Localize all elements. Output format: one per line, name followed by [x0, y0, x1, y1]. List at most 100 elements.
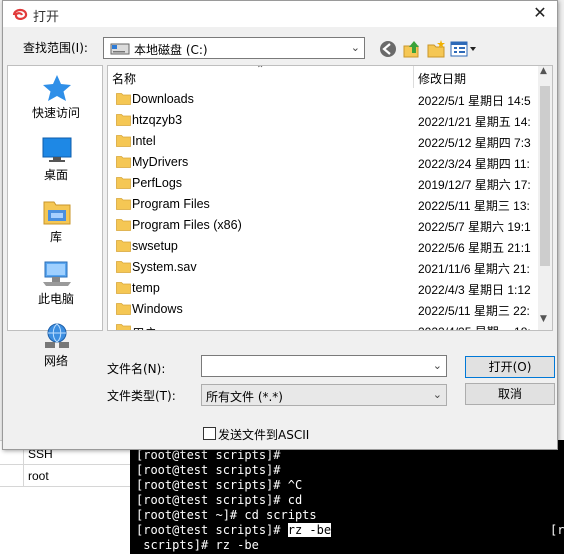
folder-icon: [116, 240, 131, 252]
terminal-prompt: [root@test scripts]#: [136, 523, 288, 537]
folder-icon: [116, 303, 131, 315]
ascii-checkbox-label[interactable]: 发送文件到ASCII: [218, 426, 309, 443]
filetype-value: 所有文件 (*.*): [206, 390, 283, 404]
column-name-header[interactable]: 名称: [112, 70, 136, 87]
table-row[interactable]: Program Files (x86) 2022/5/7 星期六 19:1: [108, 215, 540, 236]
vertical-scrollbar[interactable]: ▲ ▼: [538, 66, 552, 330]
terminal-line: [root@test scripts]# cd: [136, 493, 303, 507]
library-icon: [43, 201, 71, 225]
file-name: PerfLogs: [132, 176, 183, 190]
table-row[interactable]: Downloads 2022/5/1 星期日 14:5: [108, 89, 540, 110]
filename-label: 文件名(N):: [107, 362, 166, 376]
file-list[interactable]: 名称 ⌃ 修改日期 Downloads 2022/5/1 星期日 14:5 htzq…: [107, 65, 553, 331]
table-row[interactable]: Windows 2022/5/11 星期三 22:: [108, 299, 540, 320]
terminal-line: [root@test scripts]# ^C: [136, 478, 303, 492]
filetype-label: 文件类型(T):: [107, 389, 176, 403]
scrollbar-thumb[interactable]: [540, 86, 550, 266]
file-name: Intel: [132, 134, 156, 148]
terminal-line: scripts]# rz -be: [136, 538, 259, 552]
folder-icon: [116, 324, 131, 330]
file-name: System.sav: [132, 260, 197, 274]
file-date: 2022/4/3 星期日 1:12: [418, 283, 531, 297]
table-row[interactable]: temp 2022/4/3 星期日 1:12: [108, 278, 540, 299]
filetype-dropdown[interactable]: 所有文件 (*.*) ⌄: [201, 384, 447, 406]
filename-field[interactable]: ⌄: [201, 355, 447, 377]
place-label: 此电脑: [37, 292, 74, 306]
table-row[interactable]: swsetup 2022/5/6 星期五 21:1: [108, 236, 540, 257]
table-row[interactable]: Intel 2022/5/12 星期四 7:3: [108, 131, 540, 152]
file-date: 2022/5/7 星期六 19:1: [418, 220, 531, 234]
column-divider[interactable]: [413, 66, 414, 88]
file-name: MyDrivers: [132, 155, 189, 169]
place-library[interactable]: 库: [8, 192, 104, 254]
desktop-icon: [42, 137, 72, 162]
cancel-button[interactable]: 取消: [465, 383, 555, 405]
place-quick-access[interactable]: 快速访问: [8, 68, 104, 130]
scroll-down-icon[interactable]: ▼: [540, 314, 547, 324]
new-folder-icon[interactable]: [426, 39, 446, 59]
open-button[interactable]: 打开(O): [465, 356, 555, 378]
background-session-table: SSH root: [0, 440, 130, 554]
table-row[interactable]: 用户 2022/4/25 星期一 18:: [108, 320, 540, 330]
file-name: Program Files: [132, 197, 210, 211]
network-icon: [45, 323, 69, 348]
place-network[interactable]: 网络: [8, 316, 104, 378]
table-row[interactable]: PerfLogs 2019/12/7 星期六 17:: [108, 173, 540, 194]
terminal-line: [root@test scripts]#: [136, 448, 281, 462]
table-row[interactable]: System.sav 2021/11/6 星期六 21:: [108, 257, 540, 278]
table-row[interactable]: MyDrivers 2022/3/24 星期四 11:: [108, 152, 540, 173]
quick-access-star-icon: [43, 75, 71, 101]
file-date: 2022/5/11 星期三 22:: [418, 304, 530, 318]
lookin-label: 查找范围(I):: [23, 41, 88, 55]
table-row[interactable]: htzqzyb3 2022/1/21 星期五 14:: [108, 110, 540, 131]
this-pc-icon: [43, 261, 71, 286]
scroll-up-icon[interactable]: ▲: [540, 66, 547, 76]
terminal-line: [root@test ~]# cd scripts: [136, 508, 317, 522]
folder-icon: [116, 219, 131, 231]
folder-icon: [116, 156, 131, 168]
folder-icon: [116, 282, 131, 294]
folder-icon: [116, 198, 131, 210]
terminal-pane[interactable]: [root@test scripts]# [root@test scripts]…: [130, 440, 564, 554]
file-name: Windows: [132, 302, 183, 316]
chevron-down-icon: ⌄: [350, 41, 360, 54]
title-bar[interactable]: 打开 ✕: [3, 1, 557, 27]
table-row[interactable]: root: [0, 465, 130, 487]
terminal-fragment: [r: [550, 523, 564, 537]
place-label: 快速访问: [31, 106, 80, 120]
ascii-checkbox[interactable]: [203, 427, 216, 440]
file-name: temp: [132, 281, 160, 295]
app-swirl-icon: [12, 8, 28, 20]
table-row[interactable]: Program Files 2022/5/11 星期三 13:: [108, 194, 540, 215]
place-label: 库: [49, 230, 62, 244]
view-menu-icon[interactable]: [450, 39, 478, 59]
column-header: 名称 ⌃ 修改日期: [108, 66, 540, 88]
sort-ascending-icon: ⌃: [256, 65, 265, 75]
file-name: Program Files (x86): [132, 218, 242, 232]
folder-icon: [116, 177, 131, 189]
back-icon[interactable]: [378, 39, 398, 59]
dialog-title: 打开: [33, 10, 60, 25]
file-date: 2022/5/6 星期五 21:1: [418, 241, 531, 255]
file-date: 2022/5/11 星期三 13:: [418, 199, 530, 213]
file-date: 2022/5/12 星期四 7:3: [418, 136, 531, 150]
lookin-dropdown[interactable]: 本地磁盘 (C:) ⌄: [103, 37, 365, 59]
terminal-line: [root@test scripts]# rz -be: [136, 523, 332, 538]
table-cell: root: [28, 469, 49, 483]
file-date: 2022/3/24 星期四 11:: [418, 157, 530, 171]
column-date-header[interactable]: 修改日期: [418, 70, 466, 87]
close-button[interactable]: ✕: [523, 1, 557, 27]
folder-icon: [116, 135, 131, 147]
place-this-pc[interactable]: 此电脑: [8, 254, 104, 316]
place-desktop[interactable]: 桌面: [8, 130, 104, 192]
folder-icon: [116, 93, 131, 105]
up-folder-icon[interactable]: [402, 39, 422, 59]
chevron-down-icon[interactable]: ⌄: [433, 359, 442, 372]
open-file-dialog: 打开 ✕ 查找范围(I): 本地磁盘 (C:) ⌄ 快速访问 桌面 库 此电脑 …: [2, 0, 558, 450]
file-date: 2022/1/21 星期五 14:: [418, 115, 531, 129]
close-icon: ✕: [533, 3, 547, 22]
file-name: Downloads: [132, 92, 194, 106]
places-bar: 快速访问 桌面 库 此电脑 网络: [7, 65, 104, 368]
file-date: 2019/12/7 星期六 17:: [418, 178, 531, 192]
file-date: 2021/11/6 星期六 21:: [418, 262, 530, 276]
